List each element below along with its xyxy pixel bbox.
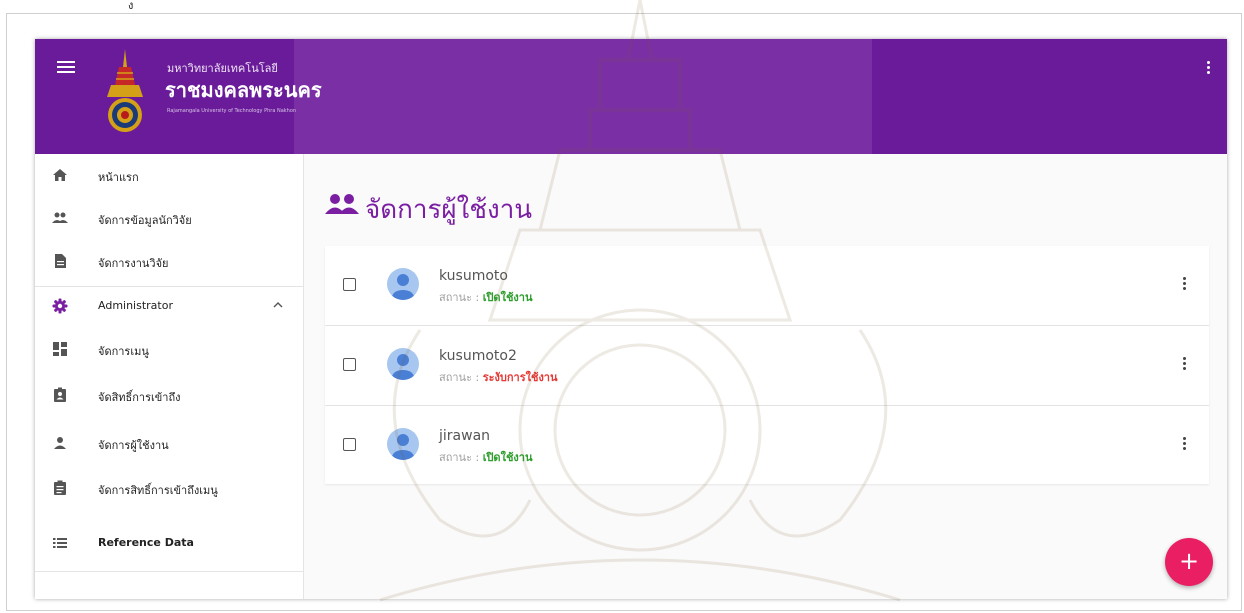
more-options-button[interactable] <box>1205 61 1211 79</box>
add-user-button[interactable]: + <box>1165 538 1213 586</box>
row-options-button[interactable] <box>1181 357 1187 375</box>
avatar <box>387 348 419 380</box>
status-badge: ระงับการใช้งาน <box>482 371 558 384</box>
app-window: มหาวิทยาลัยเทคโนโลยี ราชมงคลพระนคร Rajam… <box>35 39 1227 599</box>
row-options-button[interactable] <box>1181 277 1187 295</box>
username: kusumoto2 <box>439 348 517 364</box>
status-badge: เปิดใช้งาน <box>482 291 533 304</box>
user-list: kusumoto สถานะ : เปิดใช้งาน kusumoto2 สถ… <box>325 246 1209 484</box>
app-bar-highlight <box>294 39 872 154</box>
person-icon <box>54 437 66 449</box>
sidebar-item-research-works[interactable]: จัดการงานวิจัย <box>35 242 303 282</box>
list-item[interactable]: jirawan สถานะ : เปิดใช้งาน <box>325 406 1209 484</box>
divider <box>35 571 303 572</box>
hamburger-menu-button[interactable] <box>55 58 77 80</box>
username: jirawan <box>439 428 491 444</box>
list-item[interactable]: kusumoto2 สถานะ : ระงับการใช้งาน <box>325 326 1209 406</box>
list-icon <box>53 538 67 548</box>
sidebar-item-label: หน้าแรก <box>98 171 139 184</box>
people-icon <box>52 212 68 223</box>
row-checkbox[interactable] <box>343 278 356 291</box>
sidebar-item-label: จัดการเมนู <box>98 345 149 358</box>
row-checkbox[interactable] <box>343 438 356 451</box>
dashboard-icon <box>53 342 67 356</box>
gear-icon <box>52 298 68 314</box>
page-marker: ง <box>128 0 134 12</box>
sidebar-item-label: จัดการงานวิจัย <box>98 257 169 270</box>
sidebar-item-menu-access-rights[interactable]: จัดการสิทธิ์การเข้าถึงเมนู <box>35 469 303 509</box>
sidebar-item-reference-data[interactable]: Reference Data <box>35 524 303 564</box>
sidebar-item-label: Administrator <box>98 299 173 312</box>
clipboard-icon <box>54 480 66 495</box>
status-text: สถานะ : ระงับการใช้งาน <box>439 368 558 386</box>
sidebar-item-label: จัดการผู้ใช้งาน <box>98 439 169 452</box>
row-options-button[interactable] <box>1181 437 1187 455</box>
sidebar-item-label: จัดการข้อมูลนักวิจัย <box>98 214 192 227</box>
username: kusumoto <box>439 268 508 284</box>
status-text: สถานะ : เปิดใช้งาน <box>439 448 532 466</box>
chevron-up-icon[interactable] <box>273 301 283 309</box>
document-icon <box>55 254 66 268</box>
page-title: จัดการผู้ใช้งาน <box>365 195 533 225</box>
sidebar-item-label: จัดสิทธิ์การเข้าถึง <box>98 391 181 404</box>
sidebar-item-home[interactable]: หน้าแรก <box>35 156 303 196</box>
group-icon <box>325 194 359 214</box>
university-logo <box>107 49 143 132</box>
home-icon <box>53 169 67 181</box>
sidebar-item-access-rights[interactable]: จัดสิทธิ์การเข้าถึง <box>35 376 303 416</box>
status-badge: เปิดใช้งาน <box>482 451 533 464</box>
sidebar-item-user-management[interactable]: จัดการผู้ใช้งาน <box>35 424 303 464</box>
sidebar: หน้าแรก จัดการข้อมูลนักวิจัย จัดการงานวิ… <box>35 154 304 599</box>
status-text: สถานะ : เปิดใช้งาน <box>439 288 532 306</box>
status-label: สถานะ : <box>439 371 483 384</box>
university-name-english: Rajamangala University of Technology Phr… <box>167 108 297 114</box>
sidebar-item-label: Reference Data <box>98 536 194 549</box>
sidebar-item-researchers[interactable]: จัดการข้อมูลนักวิจัย <box>35 199 303 239</box>
list-item[interactable]: kusumoto สถานะ : เปิดใช้งาน <box>325 246 1209 326</box>
sidebar-item-menu-management[interactable]: จัดการเมนู <box>35 330 303 370</box>
sidebar-item-administrator[interactable]: Administrator <box>35 287 303 327</box>
status-label: สถานะ : <box>439 451 483 464</box>
avatar <box>387 268 419 300</box>
university-name: ราชมงคลพระนคร <box>165 78 322 102</box>
sidebar-item-label: จัดการสิทธิ์การเข้าถึงเมนู <box>98 484 218 497</box>
row-checkbox[interactable] <box>343 358 356 371</box>
avatar <box>387 428 419 460</box>
status-label: สถานะ : <box>439 291 483 304</box>
app-bar: มหาวิทยาลัยเทคโนโลยี ราชมงคลพระนคร Rajam… <box>35 39 1227 154</box>
badge-icon <box>54 387 66 402</box>
